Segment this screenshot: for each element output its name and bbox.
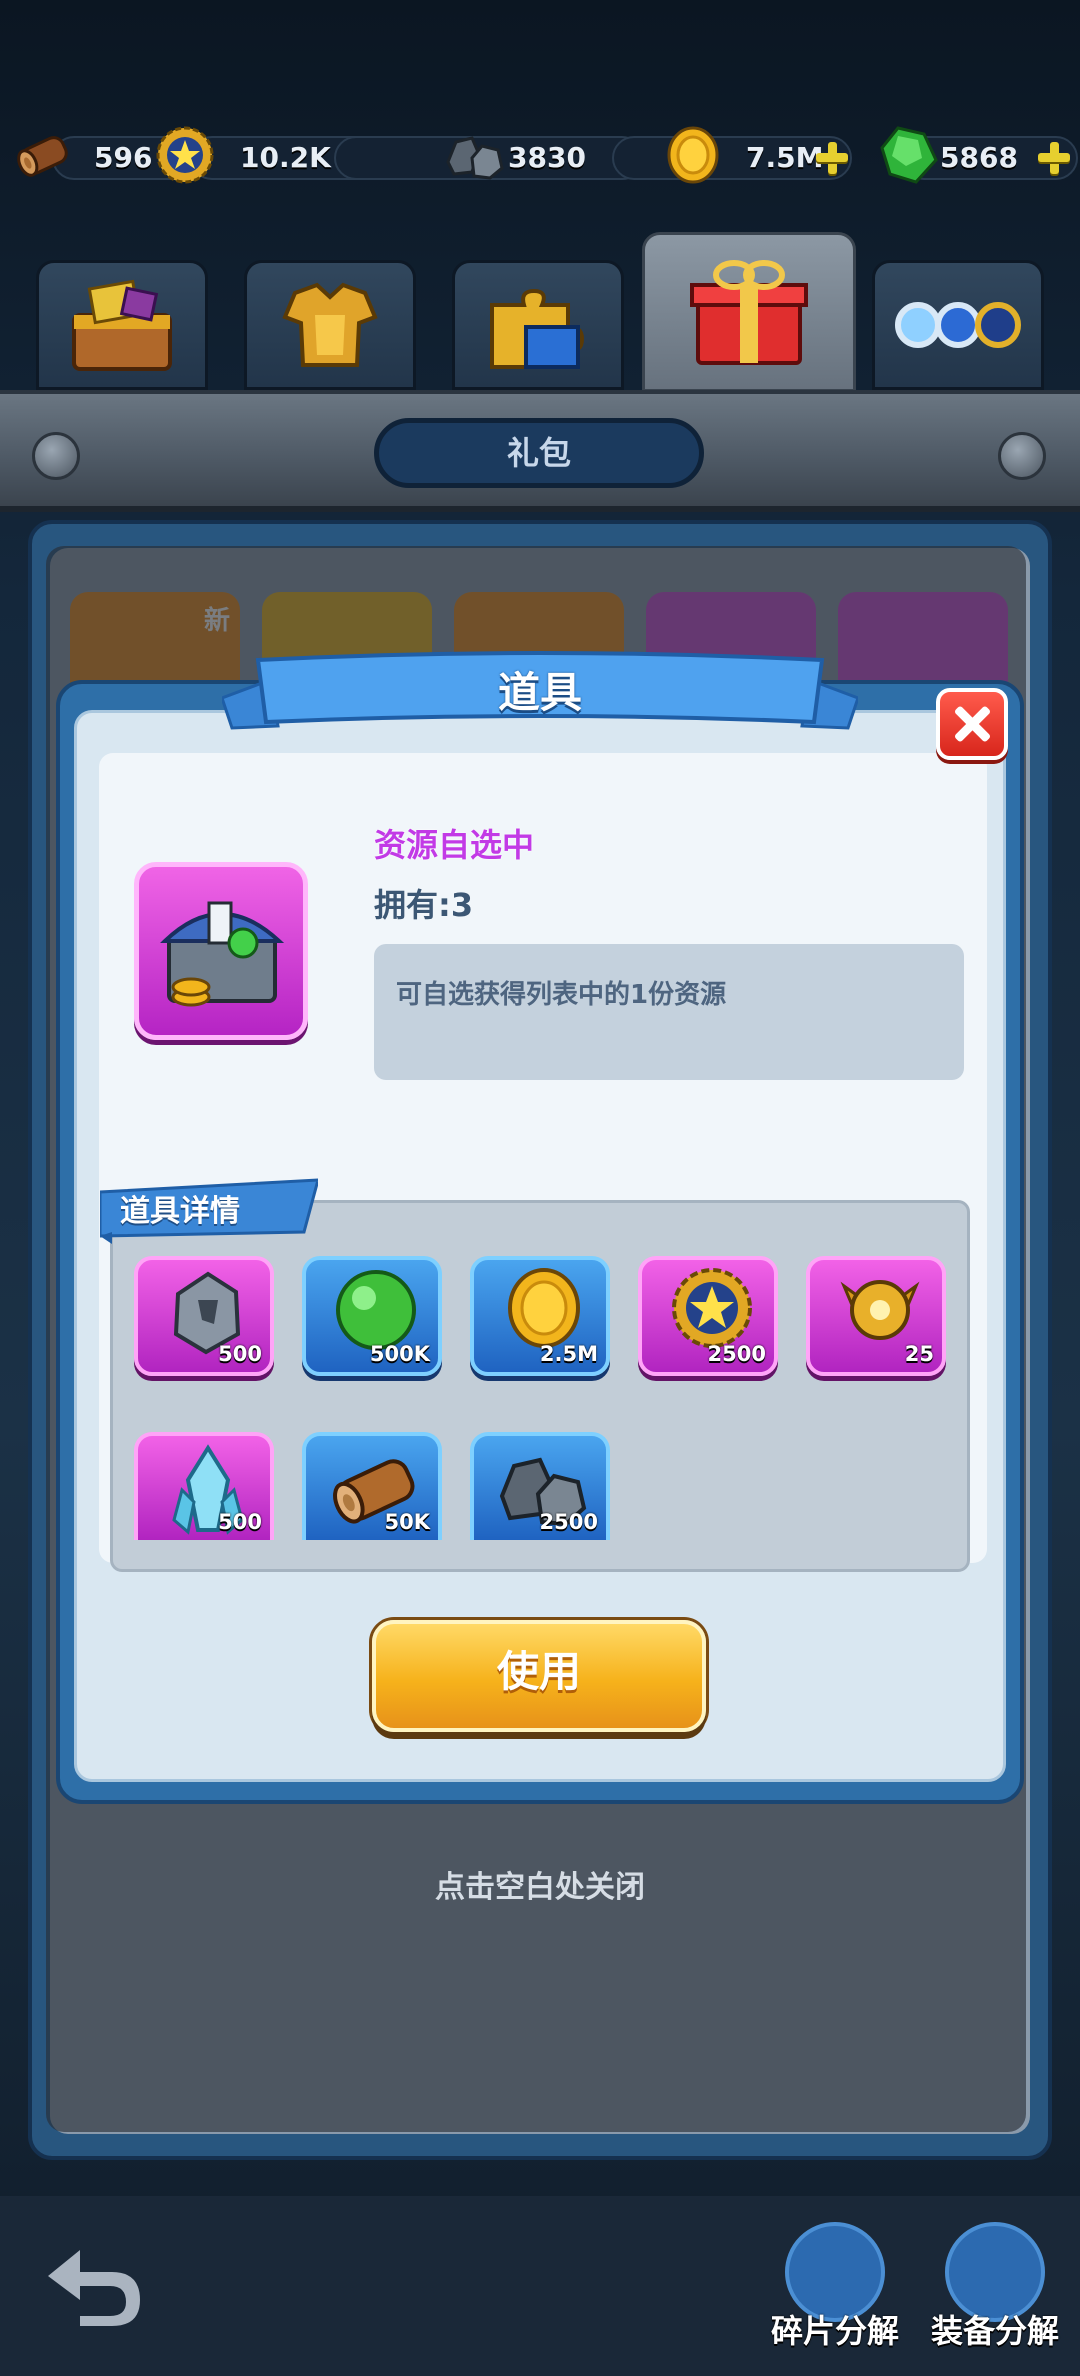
item-description: 可自选获得列表中的1份资源 — [374, 944, 964, 1080]
section-header-bar: 礼包 — [0, 390, 1080, 512]
reward-count: 25 — [904, 1342, 934, 1366]
reward-count: 500 — [218, 1342, 262, 1366]
reward-count: 500K — [369, 1342, 430, 1366]
resource-chest-icon — [160, 901, 285, 1007]
bolt-icon — [998, 432, 1046, 480]
section-title: 礼包 — [374, 418, 704, 488]
reward-iron[interactable]: 2500 — [470, 1432, 610, 1540]
orbs-tab[interactable] — [872, 260, 1044, 390]
puzzle-piece-icon — [490, 288, 585, 369]
green-gem-icon — [880, 126, 938, 184]
armor-icon — [282, 282, 378, 367]
reward-count: 50K — [384, 1510, 431, 1534]
reward-emblem[interactable]: 25 — [806, 1256, 946, 1376]
reward-wood[interactable]: 50K — [302, 1432, 442, 1540]
use-button[interactable]: 使用 — [372, 1620, 706, 1732]
reward-crystal[interactable]: 500 — [134, 1432, 274, 1540]
wood-log-icon — [17, 136, 68, 177]
reward-count: 2500 — [707, 1342, 766, 1366]
gold-coin-icon — [667, 126, 719, 184]
close-button[interactable] — [936, 688, 1008, 760]
fragment-decompose-label: 碎片分解 — [770, 2312, 899, 2350]
puzzle-tab[interactable] — [452, 260, 624, 390]
treasure-chest-icon — [72, 279, 172, 371]
orbs-icon — [895, 302, 1021, 348]
reward-exp[interactable]: 500K — [302, 1256, 442, 1376]
item-owned: 拥有:3 — [374, 880, 473, 926]
bolt-icon — [32, 432, 80, 480]
reward-count: 2.5M — [539, 1342, 598, 1366]
item-description-text: 可自选获得列表中的1份资源 — [396, 980, 727, 1010]
gift-box-icon — [690, 260, 808, 365]
item-name: 资源自选中 — [374, 826, 535, 864]
resource-gold-value: 7.5M — [746, 141, 824, 174]
modal-title: 道具 — [497, 668, 582, 717]
iron-ore-icon — [446, 136, 504, 180]
equipment-decompose-label: 装备分解 — [930, 2312, 1059, 2350]
details-label: 道具详情 — [120, 1194, 240, 1229]
owned-label: 拥有: — [374, 886, 451, 924]
resource-bar: 596 10.2K 3830 7.5M 5868 — [12, 118, 1080, 198]
fragment-decompose-button[interactable]: 碎片分解 — [760, 2222, 910, 2372]
reward-gold[interactable]: 2.5M — [470, 1256, 610, 1376]
reward-count: 500 — [218, 1510, 262, 1534]
resource-iron-value: 3830 — [508, 141, 586, 174]
reward-rune-stone[interactable]: 500 — [134, 1256, 274, 1376]
reward-star-medal[interactable]: 2500 — [638, 1256, 778, 1376]
close-hint: 点击空白处关闭 — [435, 1870, 645, 1905]
back-arrow-icon[interactable] — [40, 2236, 150, 2326]
item-icon-frame — [134, 862, 308, 1040]
armor-tab[interactable] — [244, 260, 416, 390]
resource-gem-value: 5868 — [940, 141, 1018, 174]
owned-count: 3 — [450, 886, 474, 924]
resource-star-medal-value: 10.2K — [240, 141, 331, 174]
reward-count: 2500 — [539, 1510, 598, 1534]
gift-tab[interactable] — [642, 232, 856, 392]
star-medal-icon — [156, 126, 214, 184]
equipment-decompose-button[interactable]: 装备分解 — [920, 2222, 1070, 2372]
add-gem-button[interactable] — [1036, 140, 1072, 176]
add-gold-button[interactable] — [814, 140, 850, 176]
treasure-chest-tab[interactable] — [36, 260, 208, 390]
resource-wood-value: 596 — [94, 141, 153, 174]
